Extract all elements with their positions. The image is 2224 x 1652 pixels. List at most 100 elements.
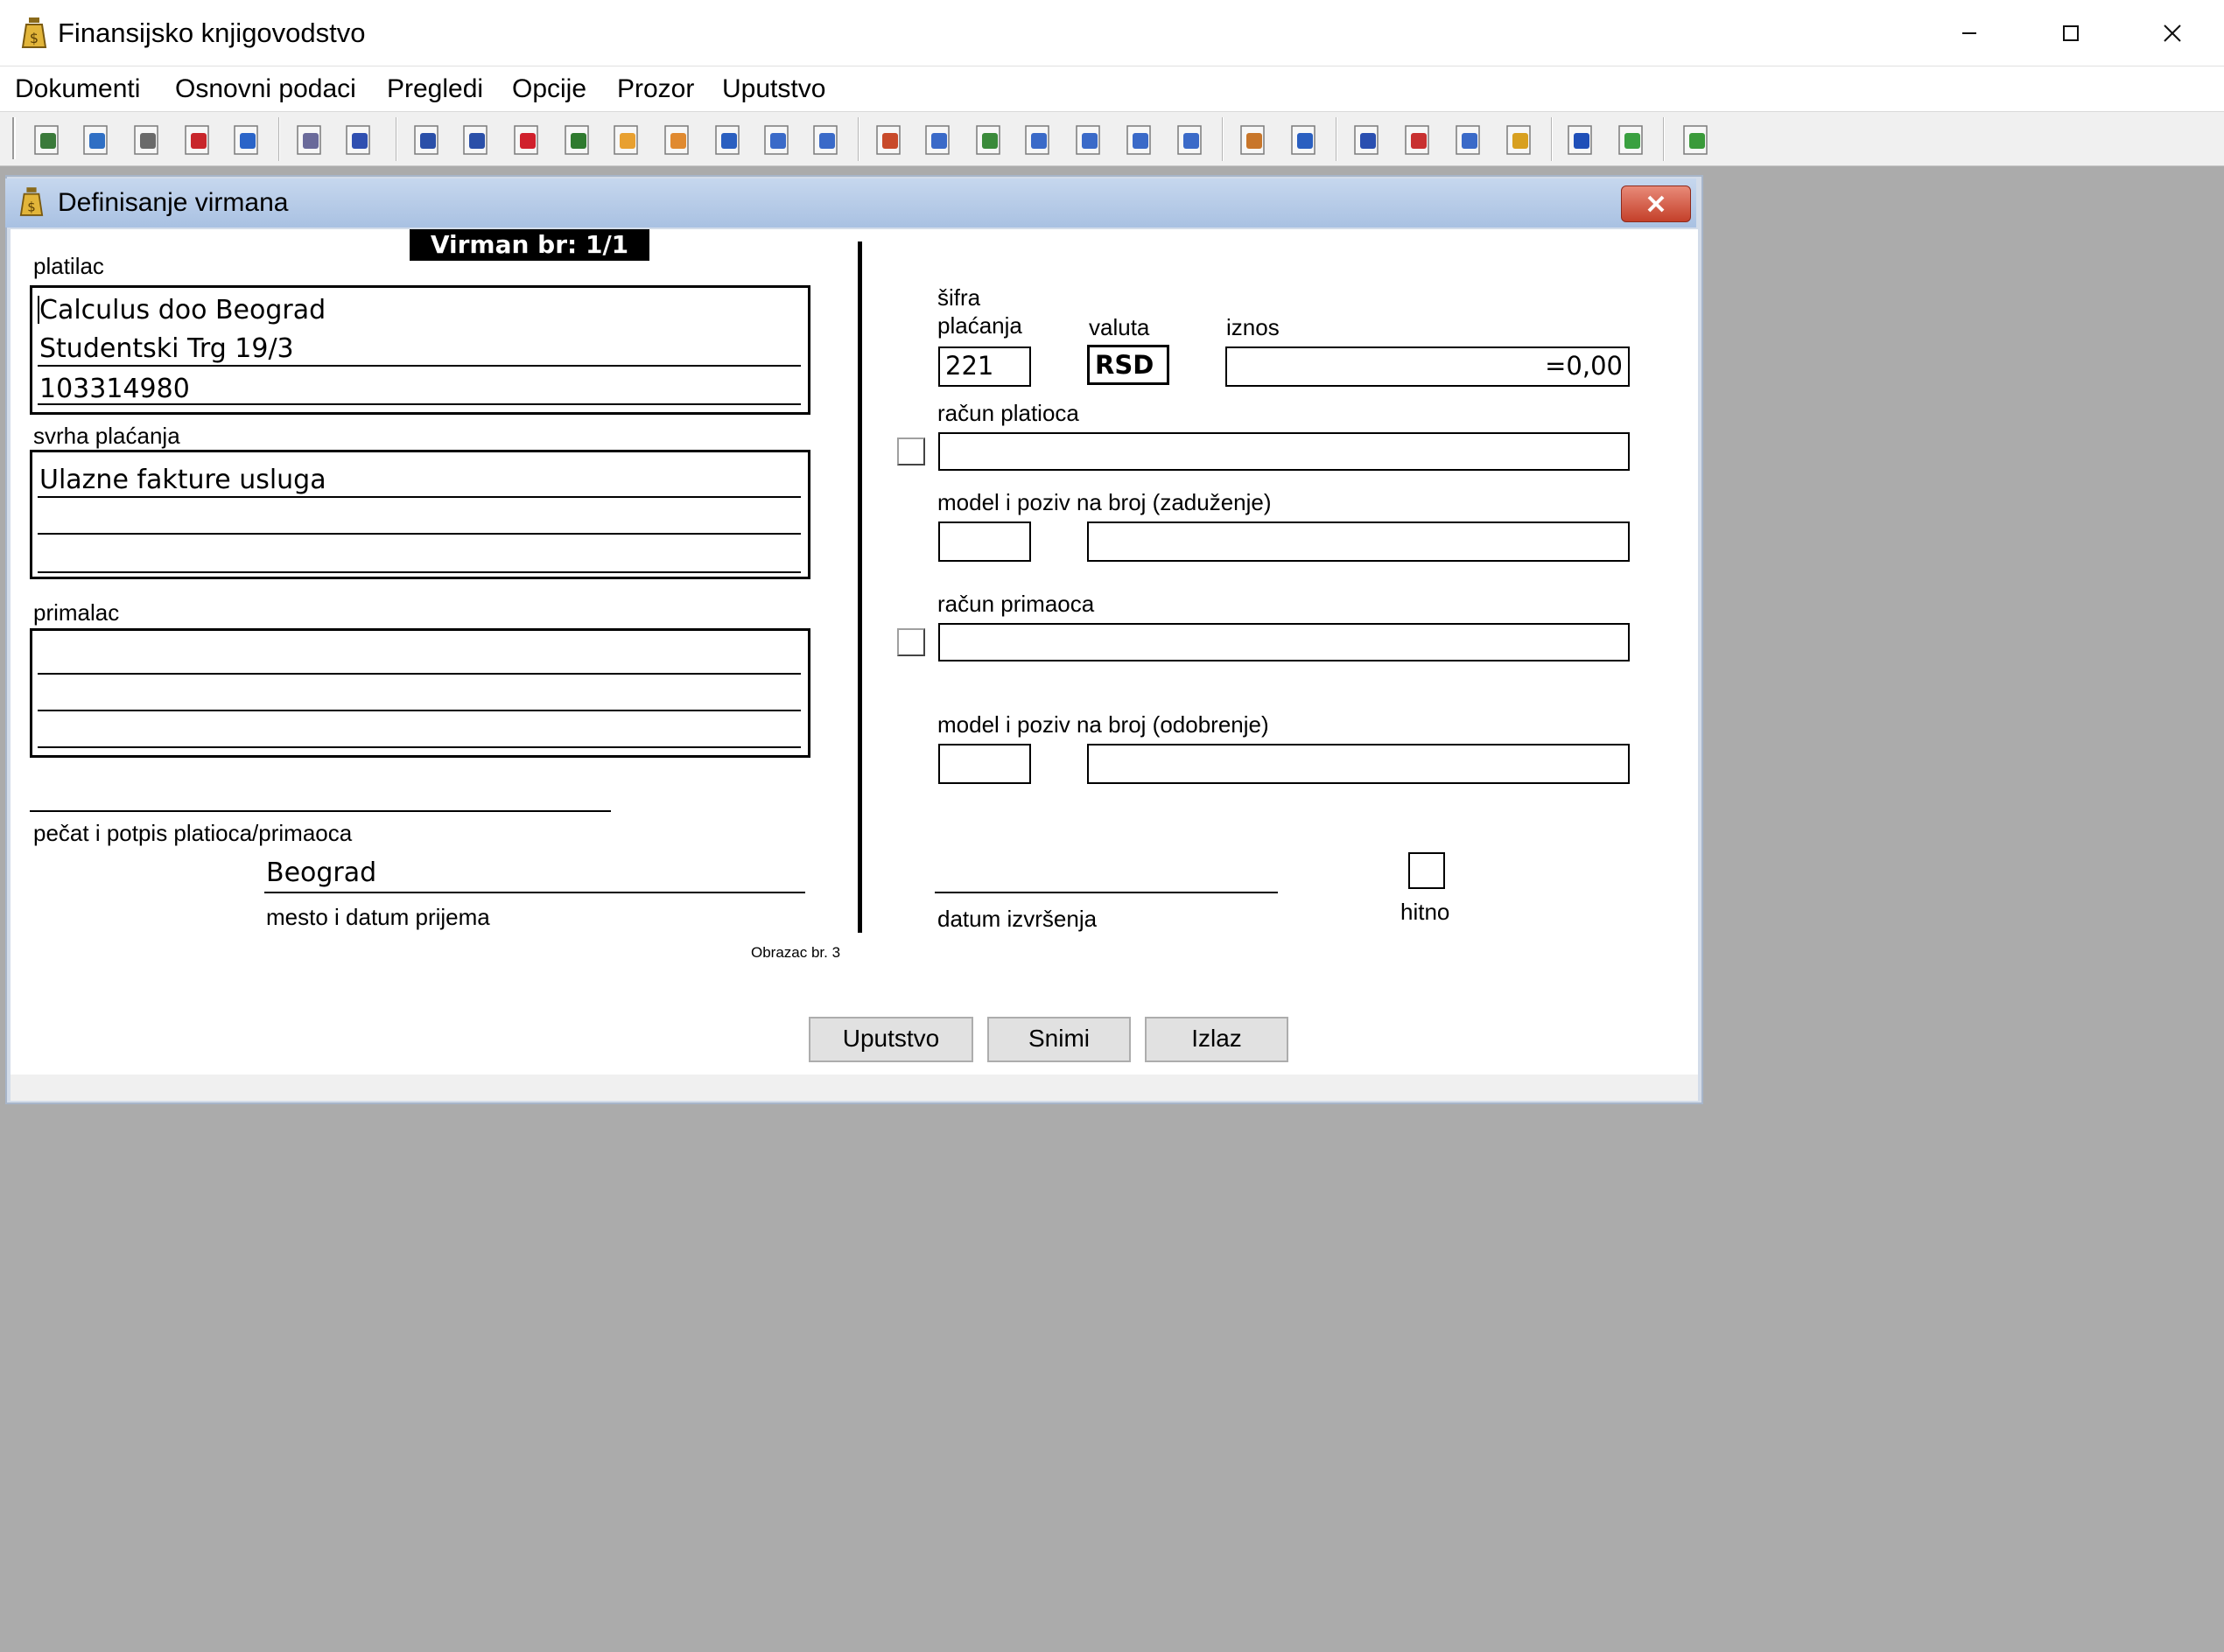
virman-dialog-title: Definisanje virmana	[58, 188, 289, 217]
text-caret	[38, 296, 39, 324]
hitno-checkbox[interactable]	[1408, 852, 1445, 889]
printer-stack-icon	[876, 125, 901, 155]
form-divider	[858, 242, 862, 933]
toolbar-button-9[interactable]	[459, 122, 495, 159]
toolbar-button-27[interactable]	[1400, 122, 1437, 159]
menu-dokumenti[interactable]: Dokumenti	[15, 72, 140, 107]
refresh-document-icon	[83, 125, 108, 155]
svrha-rule-3	[38, 571, 801, 573]
toolbar-button-18[interactable]	[921, 122, 958, 159]
toolbar-button-23[interactable]	[1173, 122, 1210, 159]
iznos-label: iznos	[1226, 314, 1280, 340]
izlaz-button[interactable]: Izlaz	[1145, 1017, 1288, 1062]
svrha-rule-1	[38, 496, 801, 498]
platilac-line-3[interactable]: 103314980	[39, 372, 190, 407]
model-odobrenje-input[interactable]	[938, 744, 1031, 784]
valuta-input[interactable]: RSD	[1087, 345, 1169, 385]
racun-primaoca-input[interactable]	[938, 623, 1630, 662]
maximize-button[interactable]	[2020, 0, 2122, 66]
org-chart-icon	[565, 125, 589, 155]
snimi-button[interactable]: Snimi	[987, 1017, 1131, 1062]
uputstvo-button[interactable]: Uputstvo	[809, 1017, 973, 1062]
platilac-box[interactable]: Calculus doo Beograd Studentski Trg 19/3…	[30, 285, 810, 415]
menu-opcije[interactable]: Opcije	[512, 72, 586, 107]
toolbar-separator	[858, 117, 859, 161]
toolbar-button-7[interactable]	[341, 122, 378, 159]
racun-primaoca-lookup-button[interactable]	[897, 628, 925, 656]
toolbar-button-16[interactable]	[809, 122, 845, 159]
svrha-line-1[interactable]: Ulazne fakture usluga	[39, 463, 326, 498]
toolbar-button-10[interactable]	[509, 122, 546, 159]
toolbar-grip[interactable]	[12, 117, 16, 159]
toolbar-button-11[interactable]	[560, 122, 597, 159]
poziv-zaduzenje-input[interactable]	[1087, 522, 1630, 562]
percent-icon	[1291, 125, 1315, 155]
toolbar-button-26[interactable]	[1350, 122, 1386, 159]
tree-icon	[715, 125, 740, 155]
racun-platioca-input[interactable]	[938, 432, 1630, 471]
virman-dialog-close-button[interactable]	[1621, 186, 1691, 222]
menu-pregledi[interactable]: Pregledi	[387, 72, 483, 107]
toolbar-button-3[interactable]	[130, 122, 166, 159]
svrha-rule-2	[38, 533, 801, 535]
toolbar-button-20[interactable]	[1021, 122, 1057, 159]
racun-platioca-lookup-button[interactable]	[897, 438, 925, 466]
toolbar-button-22[interactable]	[1122, 122, 1159, 159]
platilac-line-1[interactable]: Calculus doo Beograd	[39, 293, 326, 328]
racun-primaoca-label: račun primaoca	[937, 591, 1095, 617]
primalac-rule-1	[38, 673, 801, 675]
menu-osnovni-podaci[interactable]: Osnovni podaci	[175, 72, 356, 107]
toolbar-separator	[1663, 117, 1665, 161]
toolbar-button-2[interactable]	[79, 122, 116, 159]
toolbar-button-29[interactable]	[1502, 122, 1539, 159]
svrha-placanja-box[interactable]: Ulazne fakture usluga	[30, 450, 810, 579]
toolbar	[0, 112, 2224, 166]
toolbar-button-12[interactable]	[609, 122, 646, 159]
svg-text:$: $	[27, 199, 36, 214]
toolbar-button-15[interactable]	[760, 122, 796, 159]
mesto-value[interactable]: Beograd	[266, 856, 376, 891]
poziv-odobrenje-input[interactable]	[1087, 744, 1630, 784]
toolbar-button-30[interactable]	[1563, 122, 1600, 159]
spreadsheet-icon	[1354, 125, 1379, 155]
toolbar-button-19[interactable]	[972, 122, 1008, 159]
model-zaduzenje-input[interactable]	[938, 522, 1031, 562]
toolbar-button-24[interactable]	[1236, 122, 1273, 159]
toolbar-button-6[interactable]	[292, 122, 329, 159]
grid-document-icon	[813, 125, 838, 155]
list-arrows-icon	[1456, 125, 1480, 155]
toolbar-button-5[interactable]	[229, 122, 266, 159]
toolbar-button-8[interactable]	[410, 122, 446, 159]
sum-document-icon	[134, 125, 158, 155]
toolbar-button-31[interactable]	[1614, 122, 1651, 159]
import-icon	[976, 125, 1000, 155]
toolbar-button-32[interactable]	[1679, 122, 1715, 159]
help-icon	[1568, 125, 1592, 155]
line-chart-icon	[1405, 125, 1429, 155]
toolbar-button-17[interactable]	[872, 122, 909, 159]
sifra-placanja-input[interactable]: 221	[938, 346, 1031, 387]
close-button[interactable]	[2122, 0, 2223, 66]
platilac-line-2[interactable]: Studentski Trg 19/3	[39, 332, 294, 367]
menu-uputstvo[interactable]: Uputstvo	[722, 72, 825, 107]
toolbar-button-1[interactable]	[30, 122, 67, 159]
toolbar-button-14[interactable]	[711, 122, 747, 159]
money-bag-icon: $	[19, 187, 44, 216]
primalac-box[interactable]	[30, 628, 810, 758]
toolbar-button-28[interactable]	[1451, 122, 1488, 159]
iznos-input[interactable]: =0,00	[1225, 346, 1630, 387]
archive-icon	[1506, 125, 1531, 155]
toolbar-button-21[interactable]	[1071, 122, 1108, 159]
toolbar-button-4[interactable]	[180, 122, 217, 159]
toolbar-button-25[interactable]	[1287, 122, 1323, 159]
primalac-rule-2	[38, 710, 801, 711]
ledger-icon	[34, 125, 59, 155]
menu-bar: Dokumenti Osnovni podaci Pregledi Opcije…	[0, 66, 2224, 112]
toolbar-button-13[interactable]	[660, 122, 697, 159]
minimize-icon	[1962, 32, 1976, 34]
minimize-button[interactable]	[1919, 0, 2020, 66]
platilac-label: platilac	[33, 253, 104, 279]
primalac-rule-3	[38, 746, 801, 748]
menu-prozor[interactable]: Prozor	[617, 72, 694, 107]
svrha-placanja-label: svrha plaćanja	[33, 423, 180, 449]
